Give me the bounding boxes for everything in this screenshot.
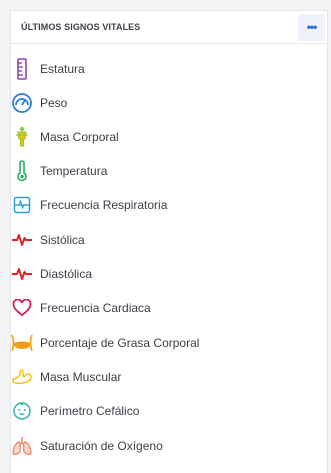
scale-gauge-icon xyxy=(10,91,34,115)
vital-item-label: Porcentaje de Grasa Corporal xyxy=(40,336,200,350)
waist-fat-icon xyxy=(10,331,34,355)
vital-item-masa-corporal[interactable]: Masa Corporal xyxy=(10,125,119,149)
ruler-icon xyxy=(10,57,34,81)
vital-item-temperatura[interactable]: Temperatura xyxy=(10,159,107,183)
vital-item-label: Diastólica xyxy=(40,267,93,281)
vital-item-label: Masa Muscular xyxy=(40,370,122,384)
flexed-arm-icon xyxy=(10,365,34,389)
card-header: ÚLTIMOS SIGNOS VITALES ••• xyxy=(11,11,327,44)
heartbeat-pulse-icon xyxy=(10,228,34,252)
respiratory-monitor-icon xyxy=(10,193,34,217)
vital-item-peso[interactable]: Peso xyxy=(10,91,67,115)
vital-item-label: Temperatura xyxy=(40,164,108,178)
vital-item-label: Masa Corporal xyxy=(40,130,119,144)
baby-head-icon xyxy=(10,399,34,423)
thermometer-icon xyxy=(10,159,34,183)
more-options-button[interactable]: ••• xyxy=(298,13,325,41)
heart-outline-icon xyxy=(10,296,34,320)
vital-item-sistolica[interactable]: Sistólica xyxy=(10,228,85,252)
vital-item-label: Frecuencia Cardiaca xyxy=(40,301,151,315)
heartbeat-pulse-icon xyxy=(10,262,34,286)
lungs-icon xyxy=(10,434,34,458)
vital-item-label: Estatura xyxy=(40,62,85,76)
vital-item-diastolica[interactable]: Diastólica xyxy=(10,262,92,286)
vital-item-perimetro-cefalico[interactable]: Perímetro Cefálico xyxy=(10,399,139,423)
body-mass-icon xyxy=(10,125,34,149)
vital-item-label: Frecuencia Respiratoria xyxy=(40,198,168,212)
vital-item-masa-muscular[interactable]: Masa Muscular xyxy=(10,365,121,389)
vital-item-grasa-corporal[interactable]: Porcentaje de Grasa Corporal xyxy=(10,331,199,355)
vital-item-label: Peso xyxy=(40,96,68,110)
vital-item-label: Perímetro Cefálico xyxy=(40,404,140,418)
vital-item-saturacion-oxigeno[interactable]: Saturación de Oxígeno xyxy=(10,434,163,458)
vital-item-label: Sistólica xyxy=(40,233,85,247)
vital-item-label: Saturación de Oxígeno xyxy=(40,439,163,453)
card-title: ÚLTIMOS SIGNOS VITALES xyxy=(21,22,141,32)
vital-item-frecuencia-respiratoria[interactable]: Frecuencia Respiratoria xyxy=(10,193,167,217)
vital-item-frecuencia-cardiaca[interactable]: Frecuencia Cardiaca xyxy=(10,296,151,320)
vital-item-estatura[interactable]: Estatura xyxy=(10,57,85,81)
